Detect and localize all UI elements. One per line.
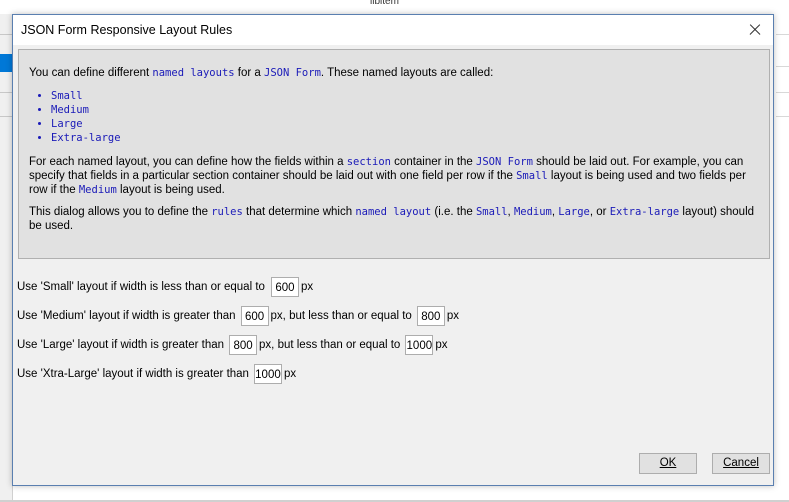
xl-rule-row: Use 'Xtra-Large' layout if width is grea… [17, 363, 296, 385]
code-named-layout: named layout [355, 206, 432, 218]
background-row-divider [0, 116, 12, 117]
background-row-divider [776, 66, 789, 67]
medium-rule-label: Use 'Medium' layout if width is greater … [17, 310, 236, 322]
background-item-text: libitem [370, 0, 399, 7]
large-rule-mid-label: px, but less than or equal to [259, 339, 401, 351]
purpose-paragraph: This dialog allows you to define the rul… [29, 205, 759, 233]
background-list-right [776, 14, 789, 502]
cancel-button[interactable]: Cancel [712, 453, 770, 474]
cancel-button-label: Cancel [723, 457, 759, 469]
code-large: Large [558, 206, 590, 218]
background-row-divider [776, 34, 789, 35]
medium-rule-row: Use 'Medium' layout if width is greater … [17, 305, 459, 327]
code-extra-large: Extra-large [609, 206, 680, 218]
intro-paragraph: You can define different named layouts f… [29, 66, 759, 80]
code-rules: rules [211, 206, 243, 218]
info-panel: You can define different named layouts f… [18, 49, 770, 259]
list-item: Small [51, 89, 759, 103]
background-row-divider [776, 116, 789, 117]
list-item: Large [51, 117, 759, 131]
medium-rule-mid-label: px, but less than or equal to [270, 310, 412, 322]
ok-button-label: OK [659, 457, 677, 469]
explanation-paragraph: For each named layout, you can define ho… [29, 155, 759, 197]
background-row-divider [0, 34, 12, 35]
background-selected-row [0, 54, 12, 72]
layout-rules-dialog: JSON Form Responsive Layout Rules You ca… [12, 14, 774, 486]
code-json-form: JSON Form [476, 156, 533, 168]
dialog-title: JSON Form Responsive Layout Rules [21, 23, 233, 37]
explanation-text: container in the [390, 156, 477, 168]
xl-rule-label: Use 'Xtra-Large' layout if width is grea… [17, 368, 249, 380]
explanation-text: layout is being used. [116, 184, 225, 196]
purpose-text: , or [589, 206, 610, 218]
unit-label: px [446, 310, 459, 322]
ok-button[interactable]: OK [639, 453, 697, 474]
background-row-divider [776, 92, 789, 93]
large-rule-label: Use 'Large' layout if width is greater t… [17, 339, 225, 351]
unit-label: px [435, 339, 448, 351]
large-min-width-input[interactable]: 800 [229, 335, 258, 355]
code-json-form: JSON Form [264, 67, 321, 79]
intro-text: . These named layouts are called: [320, 67, 494, 79]
xl-min-width-input[interactable]: 1000 [253, 364, 282, 384]
code-section: section [346, 156, 391, 168]
purpose-text: (i.e. the [431, 206, 476, 218]
unit-label: px [300, 281, 314, 293]
medium-min-width-input[interactable]: 600 [240, 306, 269, 326]
code-small: Small [475, 206, 508, 218]
purpose-text: This dialog allows you to define the [29, 206, 212, 218]
background-window-strip: libitem [0, 0, 789, 14]
list-item: Medium [51, 103, 759, 117]
code-small: Small [516, 170, 548, 182]
large-rule-row: Use 'Large' layout if width is greater t… [17, 334, 447, 356]
small-max-width-input[interactable]: 600 [270, 277, 299, 297]
close-icon[interactable] [743, 18, 767, 42]
dialog-titlebar: JSON Form Responsive Layout Rules [13, 15, 773, 45]
purpose-text: that determine which [242, 206, 356, 218]
list-item: Extra-large [51, 131, 759, 145]
small-rule-label: Use 'Small' layout if width is less than… [17, 281, 265, 293]
intro-text: for a [234, 67, 264, 79]
small-rule-row: Use 'Small' layout if width is less than… [17, 276, 313, 298]
code-medium: Medium [78, 184, 117, 196]
explanation-text: For each named layout, you can define ho… [29, 156, 347, 168]
large-max-width-input[interactable]: 1000 [405, 335, 434, 355]
intro-text: You can define different [29, 67, 153, 79]
medium-max-width-input[interactable]: 800 [416, 306, 445, 326]
unit-label: px [283, 368, 297, 380]
background-row-divider [0, 92, 12, 93]
code-named-layouts: named layouts [152, 67, 235, 79]
layout-names-list: Small Medium Large Extra-large [29, 89, 759, 145]
code-medium: Medium [513, 206, 552, 218]
